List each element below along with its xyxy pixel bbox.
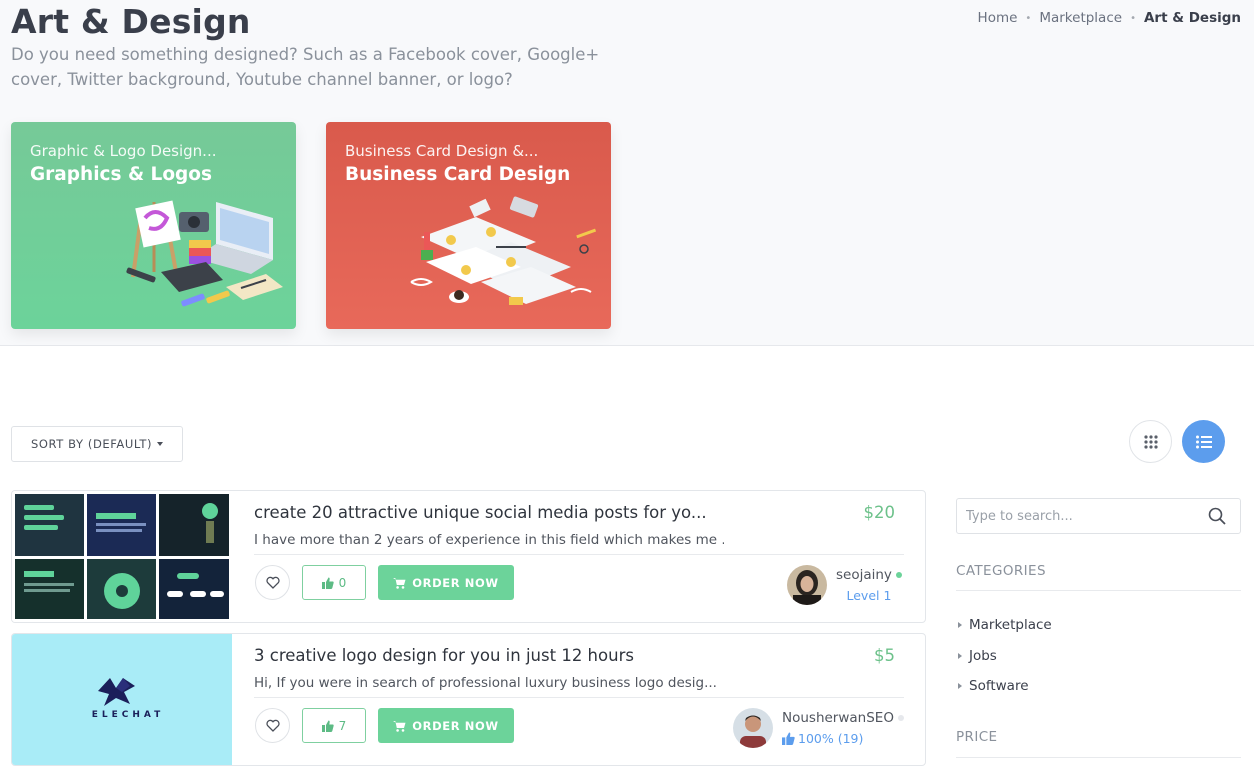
sidebar-search: [956, 498, 1241, 534]
category-card-subtitle: Graphic & Logo Design...: [30, 142, 217, 160]
caret-right-icon: [958, 683, 962, 689]
sidebar-item-software[interactable]: Software: [958, 678, 1029, 694]
listing-title[interactable]: 3 creative logo design for you in just 1…: [254, 646, 634, 665]
search-input[interactable]: [957, 499, 1197, 533]
page-header: Art & Design Do you need something desig…: [0, 0, 1254, 346]
breadcrumb: Home • Marketplace • Art & Design: [978, 10, 1241, 26]
like-button[interactable]: 0: [302, 565, 366, 600]
categories-heading: CATEGORIES: [956, 563, 1046, 579]
favorite-button[interactable]: [255, 565, 290, 600]
caret-right-icon: [958, 622, 962, 628]
seller-level: Level 1: [846, 588, 892, 603]
seller-info[interactable]: NousherwanSEO 100% (19): [733, 708, 904, 748]
list-icon: [1195, 435, 1212, 448]
heart-icon: [265, 719, 280, 732]
sort-label: SORT BY (DEFAULT): [30, 437, 153, 451]
caret-right-icon: [958, 653, 962, 659]
seller-rating: 100% (19): [798, 731, 864, 746]
category-card-subtitle: Business Card Design &...: [345, 142, 539, 160]
thumbs-up-icon: [782, 732, 795, 745]
page-subtitle: Do you need something designed? Such as …: [11, 45, 600, 89]
sidebar-item-marketplace[interactable]: Marketplace: [958, 617, 1052, 633]
grid-view-button[interactable]: [1129, 420, 1172, 463]
cart-icon: [393, 577, 406, 589]
sidebar-item-label: Marketplace: [969, 617, 1052, 633]
sidebar-item-label: Software: [969, 678, 1029, 694]
breadcrumb-separator: •: [1025, 12, 1032, 24]
listing-thumbnail[interactable]: [12, 491, 232, 622]
sidebar-item-jobs[interactable]: Jobs: [958, 648, 997, 664]
thumbs-up-icon: [321, 720, 334, 732]
sort-dropdown[interactable]: SORT BY (DEFAULT): [11, 426, 183, 462]
offline-status-dot: [897, 715, 904, 721]
order-now-label: ORDER NOW: [412, 575, 499, 590]
thumbnail-brand-text: ELECHAT: [91, 710, 165, 720]
seller-name[interactable]: seojainy: [836, 567, 892, 583]
seller-name[interactable]: NousherwanSEO: [782, 710, 894, 726]
listing-title[interactable]: create 20 attractive unique social media…: [254, 503, 707, 522]
cart-icon: [393, 720, 406, 732]
category-card-title: Graphics & Logos: [30, 164, 213, 185]
caret-down-icon: [157, 442, 164, 446]
divider: [254, 554, 904, 555]
category-card-graphics-logos[interactable]: Graphic & Logo Design... Graphics & Logo…: [11, 122, 296, 329]
like-count: 0: [338, 575, 347, 590]
breadcrumb-separator: •: [1130, 12, 1136, 24]
breadcrumb-home[interactable]: Home: [978, 10, 1018, 26]
category-card-title: Business Card Design: [345, 164, 571, 185]
heart-icon: [265, 576, 280, 589]
seller-info[interactable]: seojainy Level 1: [787, 565, 902, 605]
price-heading: PRICE: [956, 729, 998, 745]
thumbs-up-icon: [321, 577, 334, 589]
like-button[interactable]: 7: [302, 708, 366, 743]
sidebar-item-label: Jobs: [969, 648, 997, 664]
online-status-dot: [895, 572, 902, 578]
search-icon[interactable]: [1208, 507, 1226, 525]
listing-card[interactable]: ELECHAT 3 creative logo design for you i…: [11, 633, 926, 766]
divider: [956, 757, 1241, 758]
category-card-business-card[interactable]: Business Card Design &... Business Card …: [326, 122, 611, 329]
listing-price: $5: [874, 646, 895, 665]
divider: [254, 697, 904, 698]
listing-description: I have more than 2 years of experience i…: [254, 532, 724, 548]
listing-thumbnail[interactable]: [12, 634, 232, 765]
order-now-button[interactable]: ORDER NOW: [378, 708, 514, 743]
avatar[interactable]: [787, 565, 827, 605]
divider: [956, 590, 1241, 591]
favorite-button[interactable]: [255, 708, 290, 743]
listing-card[interactable]: create 20 attractive unique social media…: [11, 490, 926, 623]
order-now-label: ORDER NOW: [412, 718, 499, 733]
page-title: Art & Design: [11, 2, 251, 41]
order-now-button[interactable]: ORDER NOW: [378, 565, 514, 600]
grid-icon: [1143, 434, 1158, 449]
breadcrumb-marketplace[interactable]: Marketplace: [1039, 10, 1122, 26]
list-view-button[interactable]: [1182, 420, 1225, 463]
avatar[interactable]: [733, 708, 773, 748]
breadcrumb-current: Art & Design: [1143, 10, 1241, 26]
listing-description: Hi, If you were in search of professiona…: [254, 675, 717, 691]
listing-price: $20: [863, 503, 896, 522]
like-count: 7: [338, 718, 347, 733]
